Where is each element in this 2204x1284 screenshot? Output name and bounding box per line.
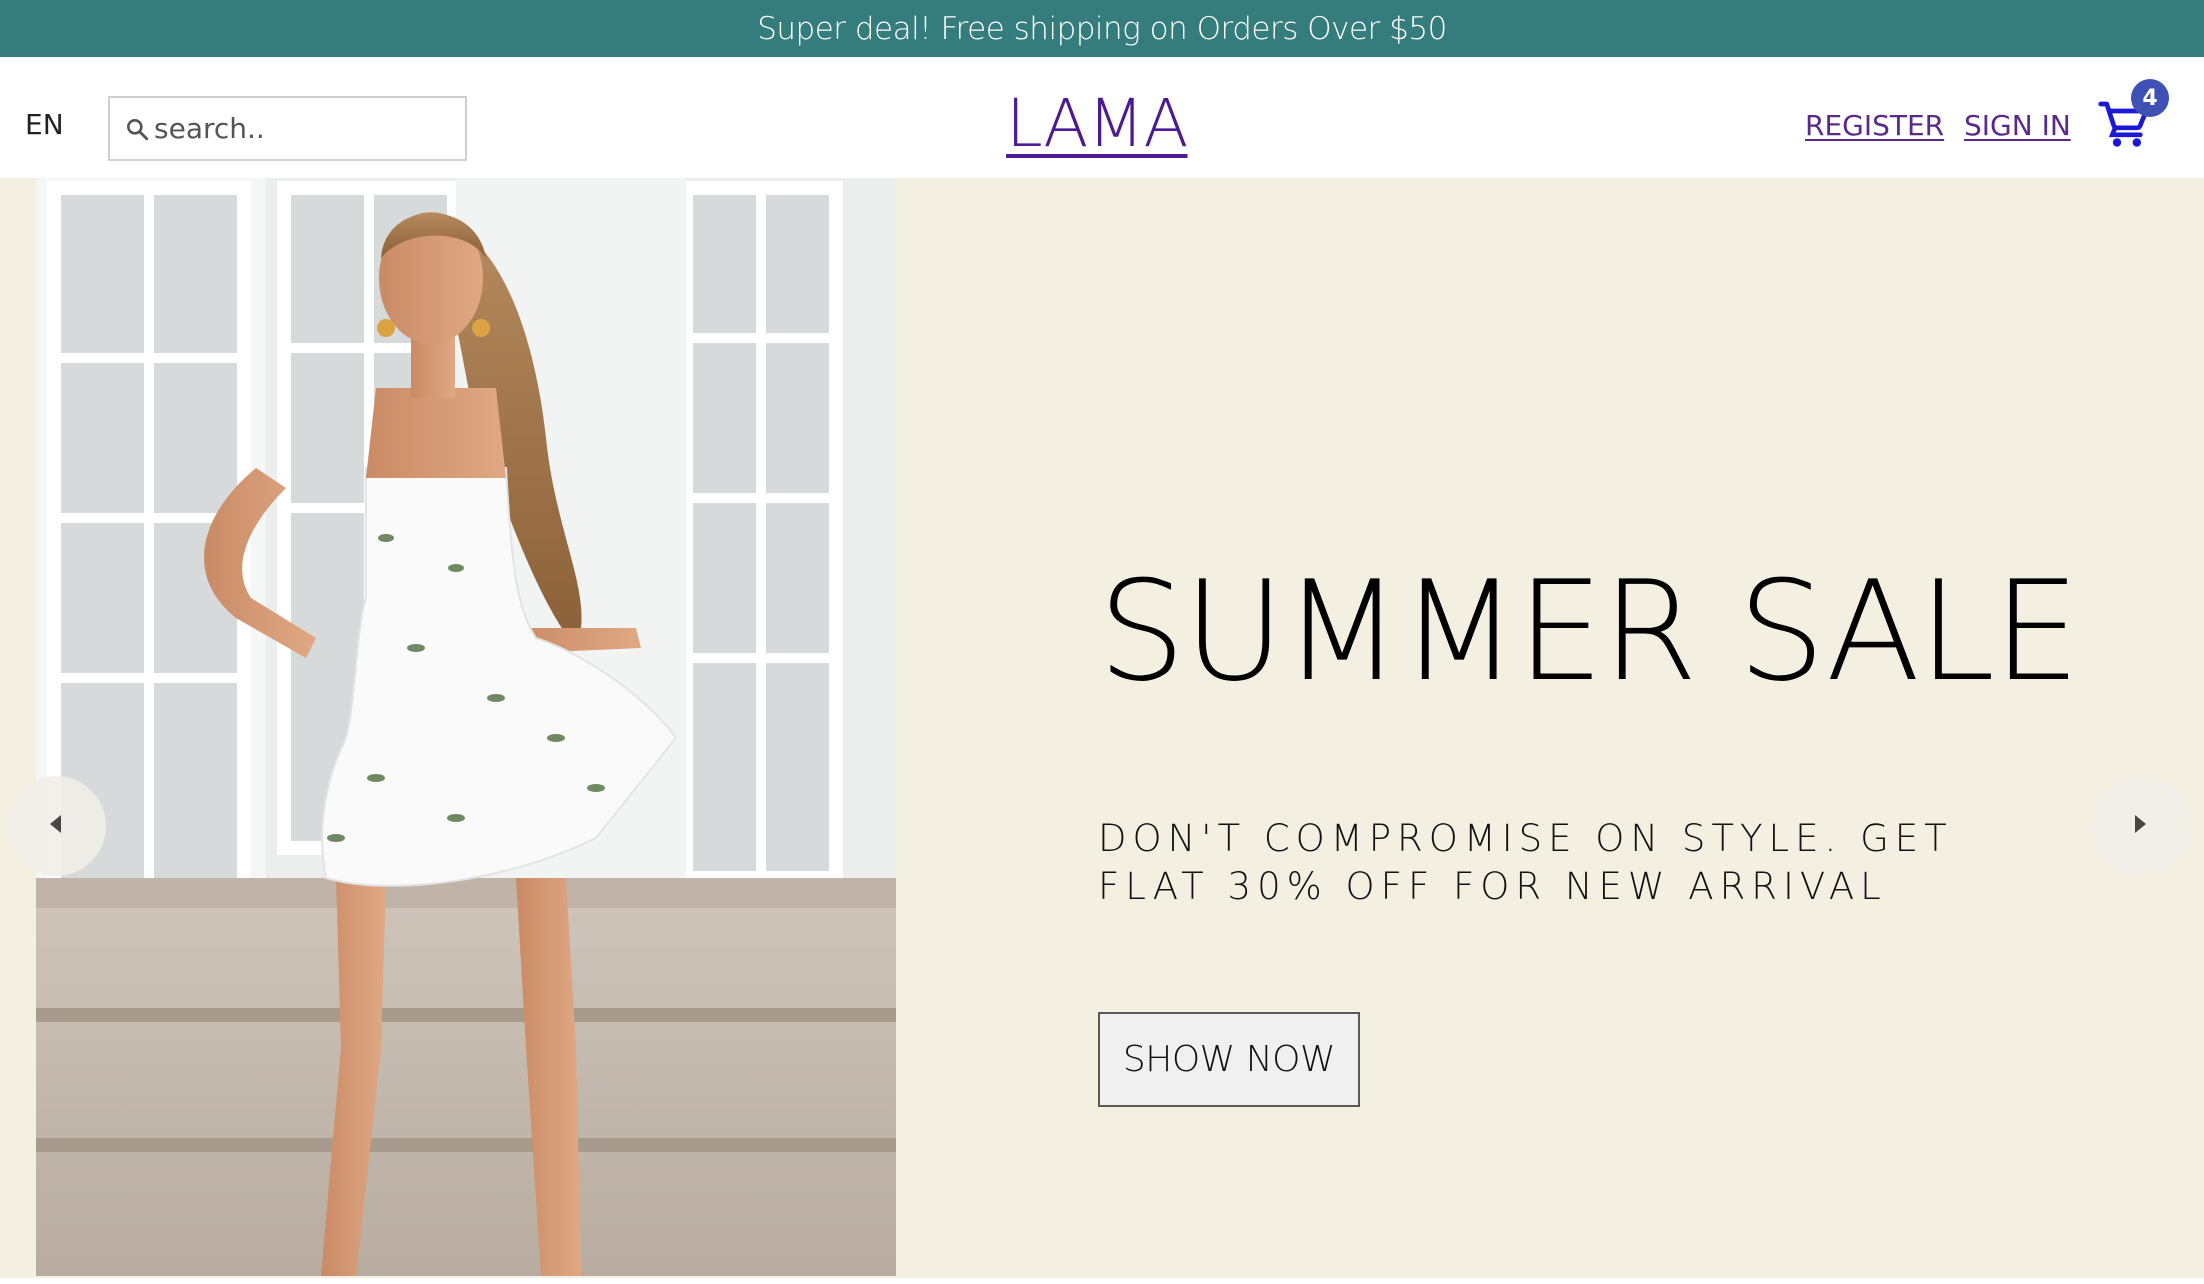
slide-description: DON'T COMPROMISE ON STYLE. GET FLAT 30% … (1098, 817, 1953, 908)
hero-info: SUMMER SALE DON'T COMPROMISE ON STYLE. G… (1098, 178, 2098, 1276)
hero-product-image (36, 178, 896, 1276)
search-input[interactable] (154, 98, 503, 159)
announcement-text: Super deal! Free shipping on Orders Over… (757, 10, 1447, 47)
sign-in-link[interactable]: SIGN IN (1964, 112, 2071, 140)
announcement-bar: Super deal! Free shipping on Orders Over… (0, 0, 2204, 57)
navbar: EN LAMA REGISTER SIGN IN 4 (0, 57, 2204, 178)
site-logo[interactable]: LAMA (1006, 91, 1189, 157)
cart-count-badge: 4 (2131, 79, 2169, 117)
language-selector[interactable]: EN (25, 111, 64, 139)
arrow-right-icon (2130, 812, 2150, 840)
slider-next-button[interactable] (2090, 776, 2190, 876)
slider-prev-button[interactable] (6, 776, 106, 876)
register-link[interactable]: REGISTER (1805, 112, 1944, 140)
arrow-left-icon (46, 812, 66, 840)
show-now-button[interactable]: SHOW NOW (1098, 1012, 1360, 1107)
search-icon (124, 114, 150, 144)
search-container[interactable] (108, 96, 503, 161)
page-bottom-edge (0, 1278, 2204, 1284)
slide-title: SUMMER SALE (1098, 551, 2080, 712)
hero-slider: SUMMER SALE DON'T COMPROMISE ON STYLE. G… (0, 178, 2204, 1278)
